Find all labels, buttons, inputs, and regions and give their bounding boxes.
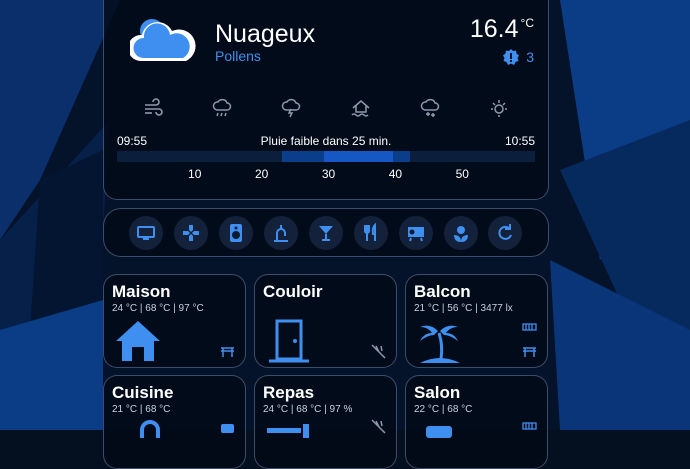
gamepad-icon (183, 224, 200, 241)
quick-actions-bar (103, 208, 549, 257)
lock-icon (140, 420, 160, 438)
room-info: 24 °C | 68 °C | 97 °C (112, 303, 204, 314)
speaker-button[interactable] (219, 215, 254, 250)
room-name: Balcon (414, 282, 471, 301)
projector-icon (407, 226, 424, 241)
flood-icon (351, 100, 370, 117)
light-off-icon[interactable] (370, 343, 387, 360)
wind-icon (144, 98, 163, 116)
weather-subtitle[interactable]: Pollens (215, 48, 261, 64)
refresh-icon (498, 223, 513, 240)
radiator-icon[interactable] (521, 319, 538, 336)
alert-badge-icon (503, 49, 520, 65)
alert-count: 3 (526, 49, 534, 65)
thunder-icon (282, 98, 301, 118)
room-card-maison[interactable]: Maison 24 °C | 68 °C | 97 °C (103, 274, 246, 368)
dining-button[interactable] (353, 215, 388, 250)
room-name: Couloir (263, 282, 323, 301)
tick-label: 40 (388, 167, 403, 181)
table-icon (267, 424, 309, 438)
rain-icon (212, 98, 232, 117)
cloudy-icon (130, 19, 196, 61)
weather-condition: Nuageux (215, 20, 316, 48)
tick-label: 10 (188, 167, 202, 181)
sofa-icon (426, 426, 452, 438)
room-name: Cuisine (112, 383, 174, 402)
tick-label: 30 (321, 167, 336, 181)
room-info: 21 °C | 68 °C (112, 404, 171, 415)
alert-indicator[interactable]: 3 (502, 48, 534, 66)
palm-tree-icon (420, 325, 460, 363)
gamepad-button[interactable] (174, 215, 209, 250)
table-lamp-icon[interactable] (219, 343, 236, 360)
tick-label: 20 (254, 167, 269, 181)
temperature-unit: °C (520, 16, 534, 30)
flower-button[interactable] (443, 215, 478, 250)
temperature-value: 16.4 °C (470, 15, 534, 44)
flower-icon (453, 225, 468, 242)
room-card-salon[interactable]: Salon 22 °C | 68 °C (405, 375, 548, 469)
temperature-number: 16.4 (469, 15, 519, 43)
rain-intensity-bar (117, 151, 535, 162)
table-lamp-icon[interactable] (521, 343, 538, 360)
room-name: Repas (263, 383, 315, 402)
rain-message: Pluie faible dans 25 min. (260, 134, 392, 148)
room-name: Salon (414, 383, 461, 402)
weather-card[interactable]: Nuageux Pollens 16.4 °C 3 09:55 Pluie fai… (103, 0, 549, 200)
sun-icon (491, 100, 508, 117)
room-name: Maison (112, 282, 171, 301)
monitor-icon (137, 225, 156, 240)
room-card-balcon[interactable]: Balcon 21 °C | 56 °C | 3477 lx (405, 274, 548, 368)
room-info: 22 °C | 68 °C (414, 404, 473, 415)
door-icon (269, 319, 309, 363)
rain-bar-moderate-segment (323, 151, 393, 162)
radiator-icon[interactable] (521, 418, 538, 435)
glass-cocktail-icon (318, 225, 333, 241)
speaker-icon (230, 223, 243, 242)
fountain-button[interactable] (264, 215, 299, 250)
tv-button[interactable] (129, 215, 164, 250)
tick-label: 50 (455, 167, 469, 181)
room-info: 24 °C | 68 °C | 97 % (263, 404, 353, 415)
light-icon[interactable] (219, 418, 236, 435)
home-icon (116, 321, 160, 361)
utensils-icon (363, 222, 376, 241)
forecast-icons-row (118, 97, 534, 119)
refresh-button[interactable] (488, 215, 523, 250)
snow-icon (420, 98, 440, 117)
rain-start-time: 09:55 (117, 134, 148, 148)
faucet-icon (274, 224, 289, 242)
cocktail-button[interactable] (308, 215, 343, 250)
rain-end-time: 10:55 (504, 134, 535, 148)
projector-button[interactable] (398, 215, 433, 250)
room-info: 21 °C | 56 °C | 3477 lx (414, 303, 513, 314)
room-card-couloir[interactable]: Couloir (254, 274, 397, 368)
room-card-repas[interactable]: Repas 24 °C | 68 °C | 97 % (254, 375, 397, 469)
room-card-cuisine[interactable]: Cuisine 21 °C | 68 °C (103, 375, 246, 469)
light-off-icon[interactable] (370, 418, 387, 435)
